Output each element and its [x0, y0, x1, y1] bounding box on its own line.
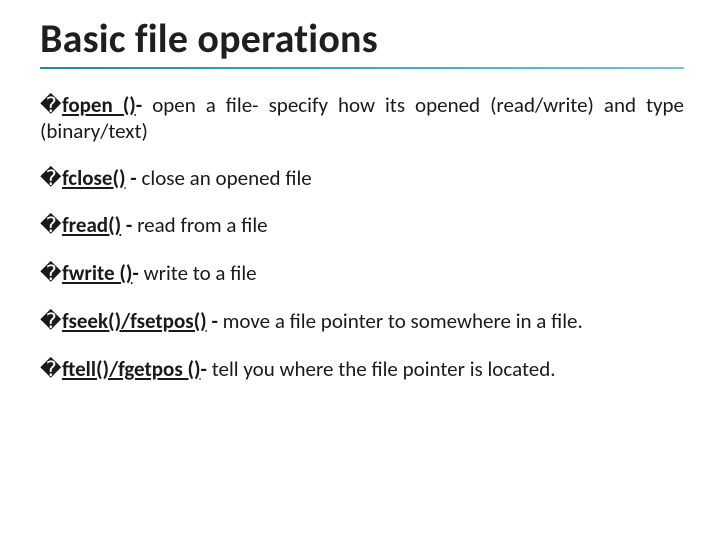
separator: - — [207, 308, 223, 334]
bullet-icon: � — [40, 358, 62, 383]
bullet-icon: � — [40, 262, 62, 287]
separator: - — [132, 260, 143, 286]
separator: - — [121, 212, 137, 238]
description: tell you where the file pointer is locat… — [212, 356, 556, 382]
list-item: �ftell()/fgetpos ()- tell you where the … — [40, 357, 684, 383]
description: write to a file — [144, 260, 257, 286]
list-item: �fwrite ()- write to a file — [40, 261, 684, 287]
bullet-icon: � — [40, 214, 62, 239]
function-name: fopen () — [62, 92, 136, 118]
separator: - — [201, 356, 212, 382]
function-name: ftell()/fgetpos () — [62, 356, 201, 382]
list-item: �fread() - read from a file — [40, 213, 684, 239]
description: read from a file — [137, 212, 268, 238]
function-name: fwrite () — [62, 260, 132, 286]
bullet-icon: � — [40, 94, 62, 119]
page-title: Basic file operations — [40, 14, 684, 63]
item-list: �fopen ()- open a file- specify how its … — [40, 93, 684, 382]
title-underline — [40, 67, 684, 69]
description: move a file pointer to somewhere in a fi… — [223, 308, 583, 334]
separator: - — [126, 165, 142, 191]
description: close an opened file — [142, 165, 312, 191]
separator: - — [136, 92, 152, 118]
function-name: fread() — [62, 212, 121, 238]
function-name: fseek()/fsetpos() — [62, 308, 207, 334]
bullet-icon: � — [40, 167, 62, 192]
slide: Basic file operations �fopen ()- open a … — [0, 0, 720, 540]
list-item: �fclose() - close an opened file — [40, 166, 684, 192]
bullet-icon: � — [40, 310, 62, 335]
list-item: �fseek()/fsetpos() - move a file pointer… — [40, 309, 684, 335]
list-item: �fopen ()- open a file- specify how its … — [40, 93, 684, 144]
function-name: fclose() — [62, 165, 126, 191]
